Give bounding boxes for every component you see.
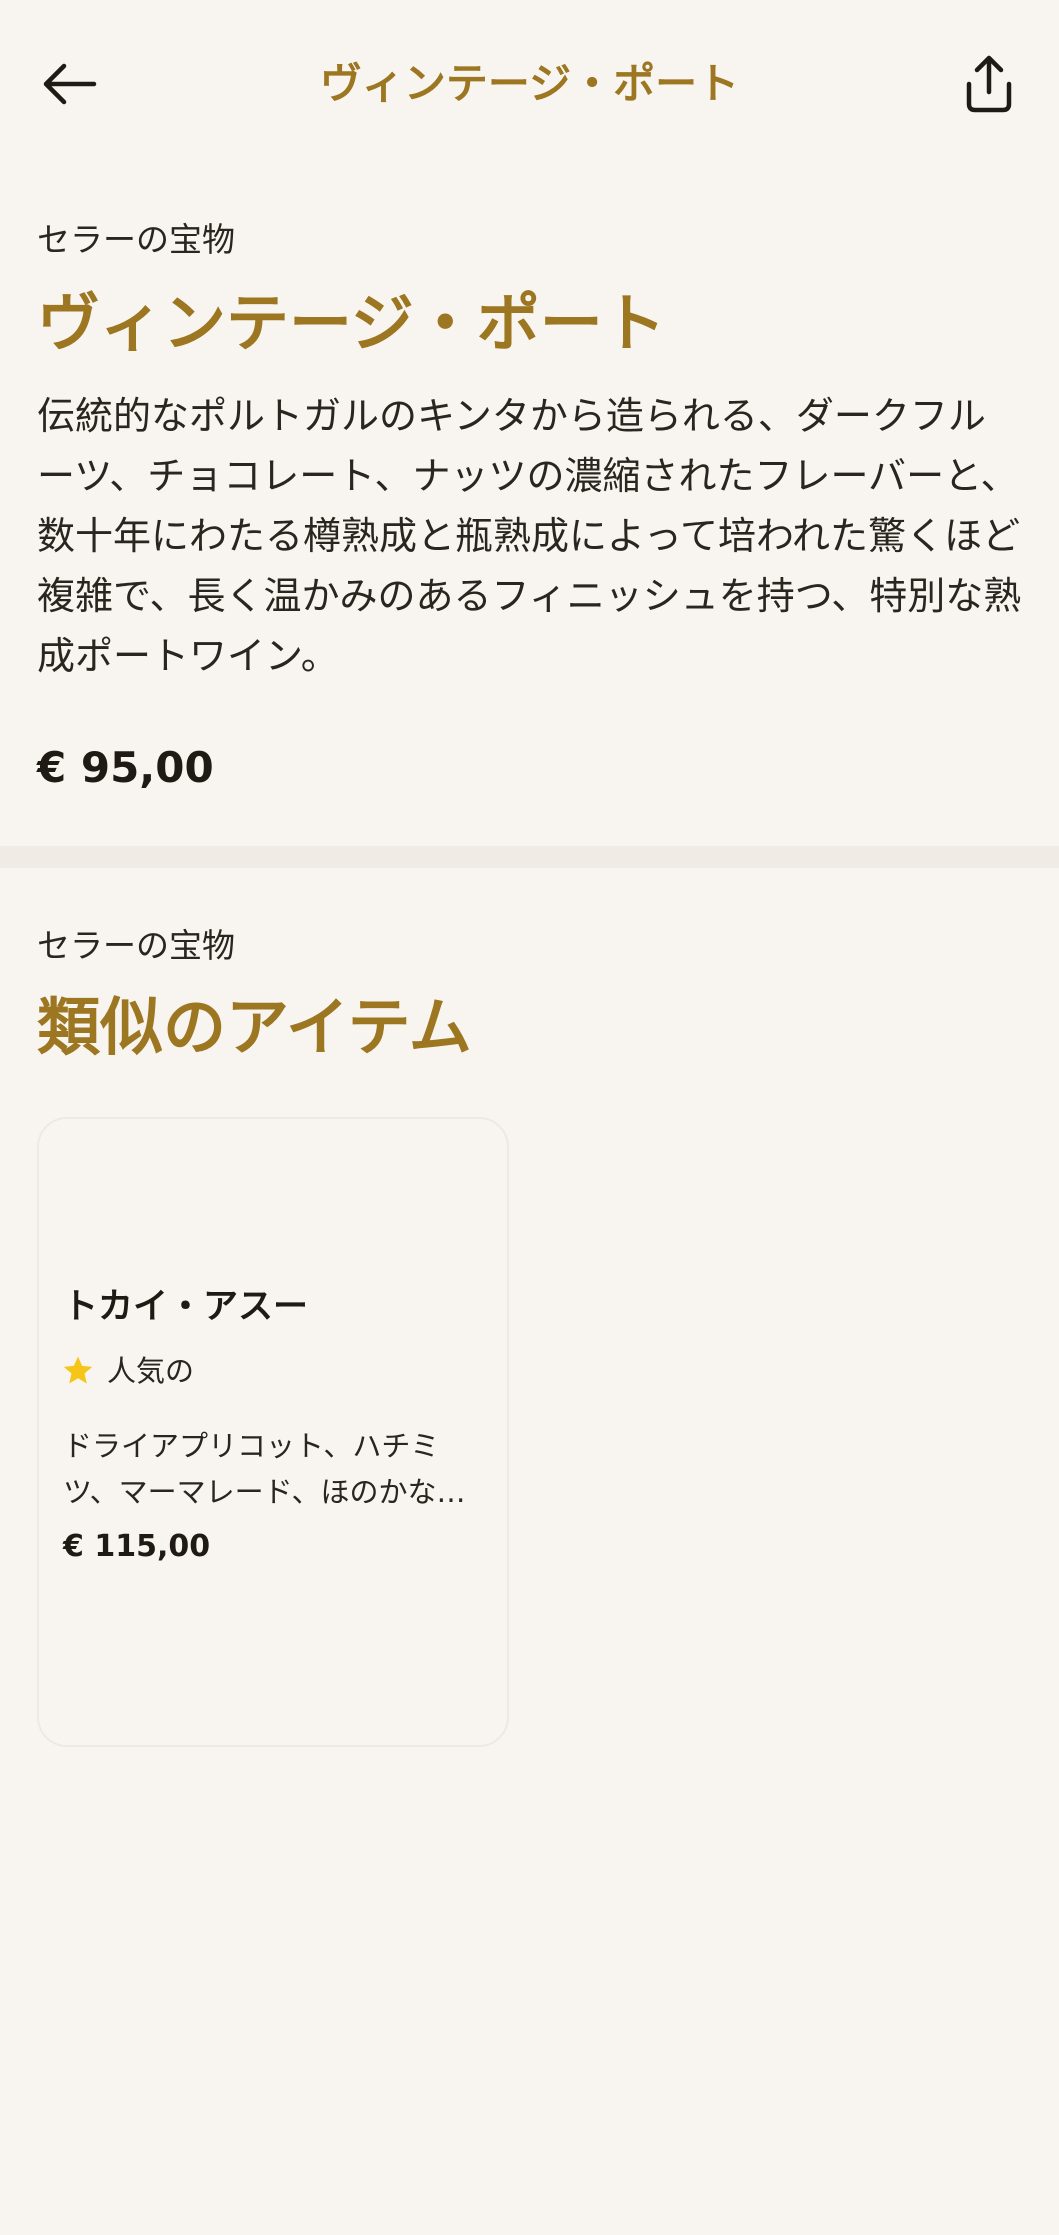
rating-label: 人気の: [107, 1354, 195, 1388]
similar-category: セラーの宝物: [37, 926, 235, 965]
section-divider: [0, 846, 1059, 868]
header-bar: ヴィンテージ・ポート: [0, 0, 1059, 170]
product-price: € 95,00: [37, 743, 214, 792]
similar-title: 類似のアイテム: [37, 991, 472, 1064]
product-title: ヴィンテージ・ポート: [37, 287, 666, 360]
item-name: トカイ・アスー: [63, 1287, 309, 1327]
product-description: 伝統的なポルトガルのキンタから造られる、ダークフルーツ、チョコレート、ナッツの濃…: [37, 394, 1022, 678]
back-button[interactable]: [28, 42, 112, 126]
product-section: セラーの宝物 ヴィンテージ・ポート 伝統的なポルトガルのキンタから造られる、ダー…: [0, 170, 1059, 846]
share-icon: [966, 55, 1012, 113]
arrow-left-icon: [43, 63, 97, 105]
item-price: € 115,00: [63, 1529, 211, 1564]
similar-items-section: セラーの宝物 類似のアイテム トカイ・アスー 人気の ドライアプリコット、ハチミ…: [0, 868, 1059, 2235]
product-detail-page: ヴィンテージ・ポート セラーの宝物 ヴィンテージ・ポート 伝統的なポルトガルのキ…: [0, 0, 1059, 2235]
product-category: セラーの宝物: [37, 220, 235, 259]
share-button[interactable]: [947, 42, 1031, 126]
star-icon: [63, 1356, 93, 1384]
header-title: ヴィンテージ・ポート: [319, 59, 740, 108]
item-rating: 人気の: [61, 1349, 194, 1393]
item-description: ドライアプリコット、ハチミツ、マーマレード、ほのかなスパイスの風味: [63, 1429, 466, 1509]
similar-item-card[interactable]: トカイ・アスー 人気の ドライアプリコット、ハチミツ、マーマレード、ほのかなスパ…: [37, 1117, 509, 1747]
